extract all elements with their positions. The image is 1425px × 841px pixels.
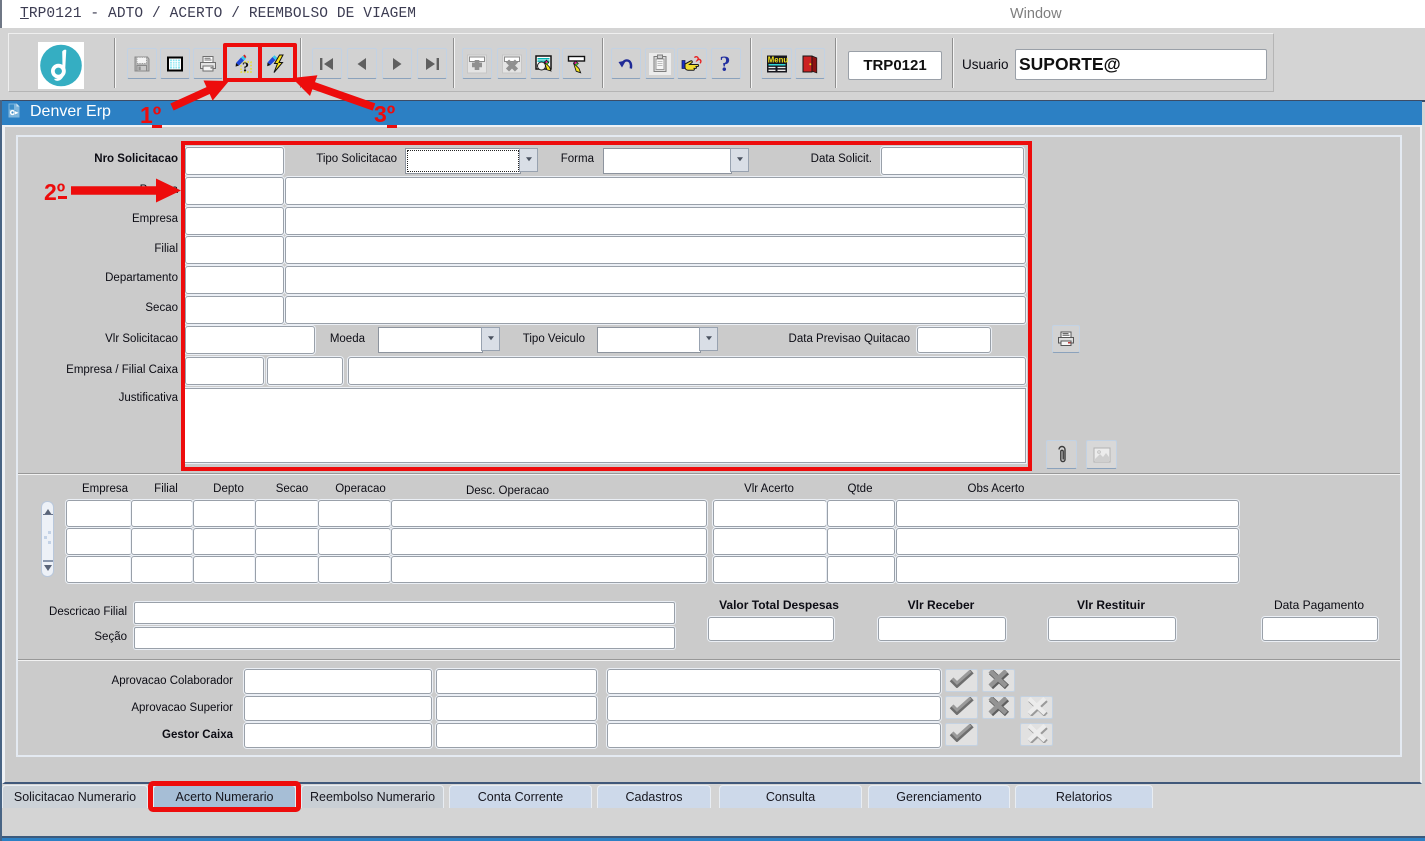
svg-text:?: ? xyxy=(720,53,731,75)
svg-text:Menu: Menu xyxy=(767,55,787,64)
